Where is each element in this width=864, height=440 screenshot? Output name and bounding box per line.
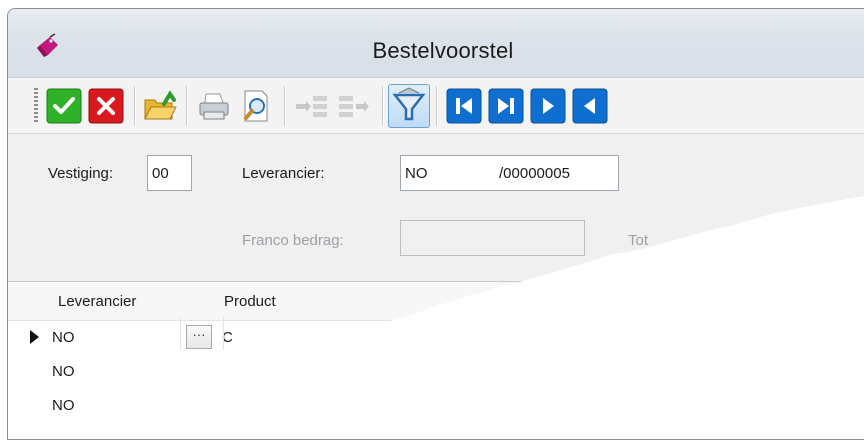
leverancier-cell[interactable]: NO bbox=[52, 329, 75, 346]
filter-icon bbox=[389, 85, 429, 127]
toolbar bbox=[8, 77, 864, 134]
leverancier-cell[interactable]: NO bbox=[52, 363, 75, 380]
window-title: Bestelvoorstel bbox=[372, 38, 514, 63]
next-record-icon bbox=[530, 88, 566, 124]
leverancier-field[interactable]: NO /00000005 bbox=[400, 155, 619, 191]
cell-divider bbox=[180, 316, 224, 350]
column-header-leverancier[interactable]: Leverancier bbox=[58, 293, 136, 310]
close-icon bbox=[88, 88, 124, 124]
move-right-icon bbox=[294, 88, 330, 124]
franco-bedrag-field bbox=[400, 220, 585, 256]
move-left-icon bbox=[336, 88, 372, 124]
franco-bedrag-label: Franco bedrag: bbox=[242, 232, 344, 249]
toolbar-grip[interactable] bbox=[34, 88, 38, 124]
printer-icon bbox=[196, 88, 232, 124]
first-record-icon bbox=[446, 88, 482, 124]
last-record-icon bbox=[488, 88, 524, 124]
cancel-button[interactable] bbox=[88, 88, 124, 124]
toolbar-separator bbox=[186, 86, 188, 126]
toolbar-separator bbox=[436, 86, 438, 126]
accept-button[interactable] bbox=[46, 88, 82, 124]
folder-open-icon bbox=[142, 88, 178, 124]
move-left-button[interactable] bbox=[336, 88, 372, 124]
print-button[interactable] bbox=[196, 88, 232, 124]
leverancier-number: /00000005 bbox=[499, 165, 570, 182]
open-button[interactable] bbox=[142, 88, 178, 124]
toolbar-separator bbox=[284, 86, 286, 126]
toolbar-separator bbox=[134, 86, 136, 126]
last-record-button[interactable] bbox=[488, 88, 524, 124]
leverancier-label: Leverancier: bbox=[242, 165, 325, 182]
totaal-label: Tot bbox=[628, 232, 649, 249]
column-header-product[interactable]: Product bbox=[224, 293, 276, 310]
order-grid: Leverancier Product NO ··· C NO NO bbox=[8, 281, 864, 439]
table-row[interactable]: NO bbox=[8, 388, 864, 422]
grid-header: Leverancier Product bbox=[8, 282, 864, 321]
leverancier-code: NO bbox=[405, 165, 428, 182]
previous-record-icon bbox=[572, 88, 608, 124]
header-form: Vestiging: 00 Leverancier: NO /00000005 … bbox=[8, 133, 864, 282]
title-bar[interactable]: Bestelvoorstel bbox=[8, 9, 864, 77]
table-row[interactable]: NO ··· C bbox=[8, 320, 864, 354]
previous-record-button[interactable] bbox=[572, 88, 608, 124]
vestiging-field[interactable]: 00 bbox=[147, 155, 192, 191]
move-right-button[interactable] bbox=[294, 88, 330, 124]
check-icon bbox=[46, 88, 82, 124]
print-preview-button[interactable] bbox=[238, 88, 274, 124]
app-window: Bestelvoorstel Vestiging: 00 Leverancier… bbox=[7, 8, 864, 440]
current-row-indicator-icon bbox=[30, 330, 39, 344]
print-preview-icon bbox=[238, 88, 274, 124]
leverancier-cell[interactable]: NO bbox=[52, 397, 75, 414]
table-row[interactable]: NO bbox=[8, 354, 864, 388]
first-record-button[interactable] bbox=[446, 88, 482, 124]
toolbar-separator bbox=[382, 86, 384, 126]
next-record-button[interactable] bbox=[530, 88, 566, 124]
vestiging-label: Vestiging: bbox=[48, 165, 114, 182]
filter-button[interactable] bbox=[388, 84, 430, 128]
